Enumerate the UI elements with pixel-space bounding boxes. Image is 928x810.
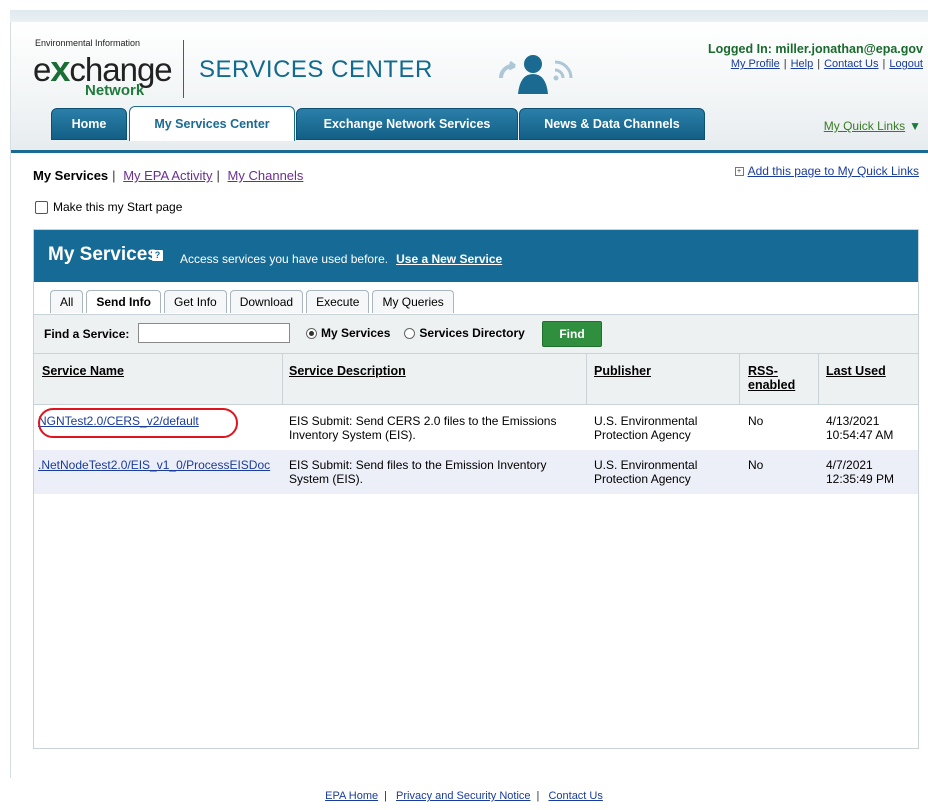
- subtab-download[interactable]: Download: [229, 290, 304, 313]
- col-publisher[interactable]: Publisher: [594, 364, 651, 378]
- subtab-send-info[interactable]: Send Info: [86, 290, 162, 313]
- footer: EPA Home | Privacy and Security Notice | C…: [325, 790, 603, 802]
- add-quick-link[interactable]: + Add this page to My Quick Links: [734, 164, 919, 178]
- pub-line: Protection Agency: [594, 428, 691, 442]
- logout-link[interactable]: Logout: [889, 58, 923, 70]
- my-quick-links-label: My Quick Links: [823, 119, 906, 133]
- start-page-label: Make this my Start page: [53, 200, 183, 214]
- add-quick-link-label[interactable]: Add this page to My Quick Links: [748, 164, 919, 178]
- col-last-used[interactable]: Last Used: [826, 364, 886, 378]
- last-used-cell: 4/13/2021 10:54:47 AM: [826, 414, 893, 442]
- service-link[interactable]: .NetNodeTest2.0/EIS_v1_0/ProcessEISDoc: [38, 458, 270, 472]
- service-description-cell: EIS Submit: Send CERS 2.0 files to the E…: [289, 414, 556, 442]
- col-service-name[interactable]: Service Name: [42, 364, 124, 378]
- radio-services-directory-label: Services Directory: [419, 326, 525, 340]
- service-description-cell: EIS Submit: Send files to the Emission I…: [289, 458, 546, 486]
- subnav-my-epa-activity[interactable]: My EPA Activity: [123, 168, 212, 183]
- start-page-option[interactable]: Make this my Start page: [35, 200, 182, 214]
- pub-line: Protection Agency: [594, 472, 691, 486]
- help-link[interactable]: Help: [791, 58, 814, 70]
- desc-line: EIS Submit: Send files to the Emission I…: [289, 458, 547, 472]
- pub-line: U.S. Environmental: [594, 458, 698, 472]
- service-name-cell: .NetNodeTest2.0/EIS_v1_0/ProcessEISDoc: [38, 458, 270, 472]
- footer-contact-us[interactable]: Contact Us: [548, 790, 602, 802]
- subtab-execute[interactable]: Execute: [306, 290, 370, 313]
- subtab-all[interactable]: All: [50, 290, 84, 313]
- table-header: Service Name Service Description Publish…: [34, 354, 918, 405]
- contact-us-link[interactable]: Contact Us: [824, 58, 878, 70]
- pub-line: U.S. Environmental: [594, 414, 698, 428]
- site-header: Environmental Information exchange Netwo…: [11, 22, 928, 153]
- find-service-label: Find a Service:: [44, 327, 130, 341]
- service-subtabs: All Send Info Get Info Download Execute …: [50, 290, 454, 313]
- col-divider: [739, 354, 740, 404]
- use-new-service-link[interactable]: Use a New Service: [396, 252, 502, 266]
- publisher-cell: U.S. Environmental Protection Agency: [594, 458, 697, 486]
- start-page-checkbox[interactable]: [35, 200, 48, 214]
- desc-line: EIS Submit: Send CERS 2.0 files to the E…: [289, 414, 557, 428]
- browser-top: [0, 0, 928, 24]
- time-line: 12:35:49 PM: [826, 472, 895, 486]
- desc-line: System (EIS).: [289, 472, 364, 486]
- logo-subtitle: Environmental Information: [35, 38, 141, 48]
- find-service-input[interactable]: [138, 323, 290, 343]
- my-services-panel: My Services ? Access services you have u…: [33, 229, 919, 749]
- find-button[interactable]: Find: [542, 321, 602, 347]
- page-container: Environmental Information exchange Netwo…: [10, 22, 928, 778]
- user-links: My Profile | Help | Contact Us | Logout: [730, 58, 923, 70]
- col-divider: [282, 354, 283, 404]
- my-quick-links[interactable]: My Quick Links ▼: [824, 119, 921, 133]
- top-strip: [10, 10, 928, 22]
- col-service-description[interactable]: Service Description: [289, 364, 406, 378]
- logo-divider: [183, 40, 184, 98]
- triangle-down-icon: ▼: [909, 119, 921, 133]
- col-divider: [818, 354, 819, 404]
- panel-header: My Services ? Access services you have u…: [34, 230, 918, 282]
- date-line: 4/13/2021: [826, 414, 880, 428]
- subnav: My Services | My EPA Activity | My Channel…: [33, 168, 304, 183]
- publisher-cell: U.S. Environmental Protection Agency: [594, 414, 697, 442]
- radio-services-directory[interactable]: [404, 327, 416, 339]
- tab-my-services-center[interactable]: My Services Center: [129, 106, 295, 141]
- logged-in-user: Logged In: miller.jonathan@epa.gov: [708, 42, 923, 56]
- my-profile-link[interactable]: My Profile: [731, 58, 780, 70]
- plus-box-icon: +: [734, 167, 744, 177]
- logo-x: x: [50, 48, 70, 89]
- tab-exchange-network-services[interactable]: Exchange Network Services: [296, 108, 518, 140]
- highlight-circle: [38, 408, 238, 438]
- footer-privacy-notice[interactable]: Privacy and Security Notice: [396, 790, 531, 802]
- login-info: Logged In: miller.jonathan@epa.gov My Pr…: [708, 42, 923, 70]
- panel-description: Access services you have used before. Use…: [180, 252, 502, 266]
- panel-title: My Services: [48, 244, 158, 265]
- rss-cell: No: [748, 458, 764, 472]
- footer-epa-home[interactable]: EPA Home: [325, 790, 378, 802]
- find-service-bar: Find a Service: My Services Services Dir…: [34, 314, 918, 354]
- subnav-my-channels[interactable]: My Channels: [228, 168, 304, 183]
- logo-network: Network: [85, 82, 145, 99]
- people-signal-icon: [498, 55, 573, 94]
- tab-home[interactable]: Home: [51, 108, 127, 140]
- table-row: .NetNodeTest2.0/EIS_v1_0/ProcessEISDoc E…: [34, 450, 918, 494]
- service-name-cell: NGNTest2.0/CERS_v2/default: [38, 408, 238, 438]
- question-mark-icon[interactable]: ?: [152, 250, 163, 261]
- table-row: NGNTest2.0/CERS_v2/default EIS Submit: S…: [34, 406, 918, 450]
- time-line: 10:54:47 AM: [826, 428, 894, 442]
- subnav-my-services[interactable]: My Services: [33, 168, 108, 183]
- col-rss-enabled[interactable]: RSS- enabled: [748, 364, 795, 392]
- subtab-get-info[interactable]: Get Info: [164, 290, 227, 313]
- col-divider: [586, 354, 587, 404]
- service-scope-radios: My Services Services Directory: [306, 326, 525, 340]
- radio-my-services-label: My Services: [321, 326, 391, 340]
- subtab-my-queries[interactable]: My Queries: [372, 290, 454, 313]
- logo-e: e: [33, 51, 51, 88]
- tab-news-data-channels[interactable]: News & Data Channels: [519, 108, 705, 140]
- radio-my-services[interactable]: [306, 327, 317, 339]
- last-used-cell: 4/7/2021 12:35:49 PM: [826, 458, 894, 486]
- desc-line: Inventory System (EIS).: [289, 428, 416, 442]
- panel-desc-text: Access services you have used before.: [180, 252, 389, 266]
- rss-cell: No: [748, 414, 764, 428]
- date-line: 4/7/2021: [826, 458, 873, 472]
- services-center-title: SERVICES CENTER: [199, 56, 433, 83]
